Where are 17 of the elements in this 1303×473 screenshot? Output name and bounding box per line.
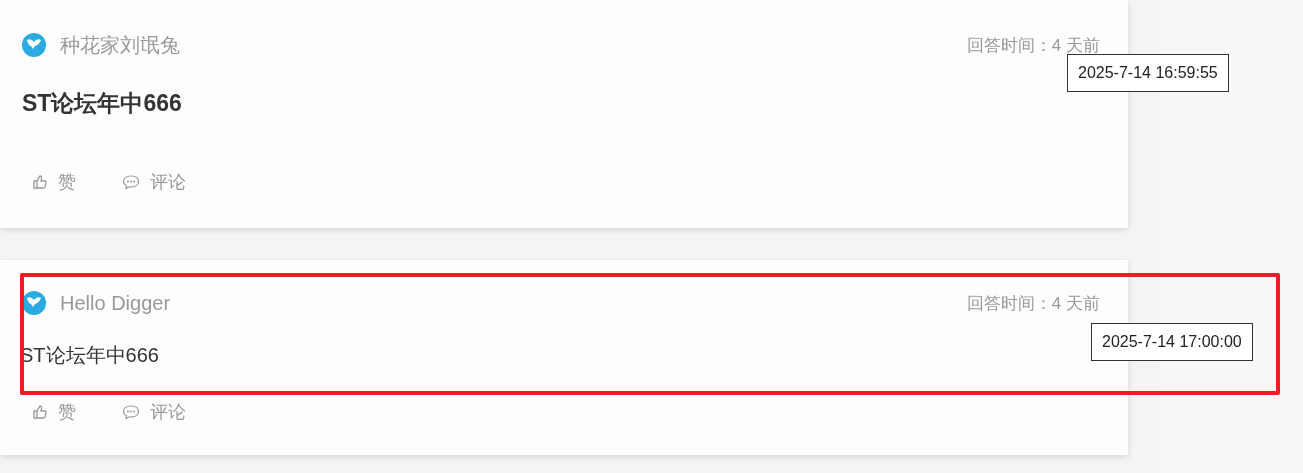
like-button[interactable]: 赞	[32, 170, 76, 194]
date-tooltip: 2025-7-14 16:59:55	[1067, 54, 1229, 92]
answer-text: ST论坛年中666	[22, 89, 183, 118]
thumbs-up-icon	[32, 404, 48, 420]
author-name[interactable]: Hello Digger	[60, 291, 171, 315]
like-button[interactable]: 赞	[32, 400, 76, 424]
avatar-icon	[22, 33, 46, 57]
answer-time: 回答时间：4 天前	[966, 292, 1100, 315]
comment-button[interactable]: 评论	[122, 170, 186, 194]
comment-button[interactable]: 评论	[122, 400, 186, 424]
answer-time: 回答时间：4 天前	[966, 34, 1100, 57]
date-tooltip: 2025-7-14 17:00:00	[1091, 323, 1253, 361]
avatar-icon	[22, 291, 46, 315]
speech-bubble-icon	[122, 404, 140, 420]
author-name[interactable]: 种花家刘氓兔	[60, 31, 180, 59]
thumbs-up-icon	[32, 174, 48, 190]
speech-bubble-icon	[122, 174, 140, 190]
